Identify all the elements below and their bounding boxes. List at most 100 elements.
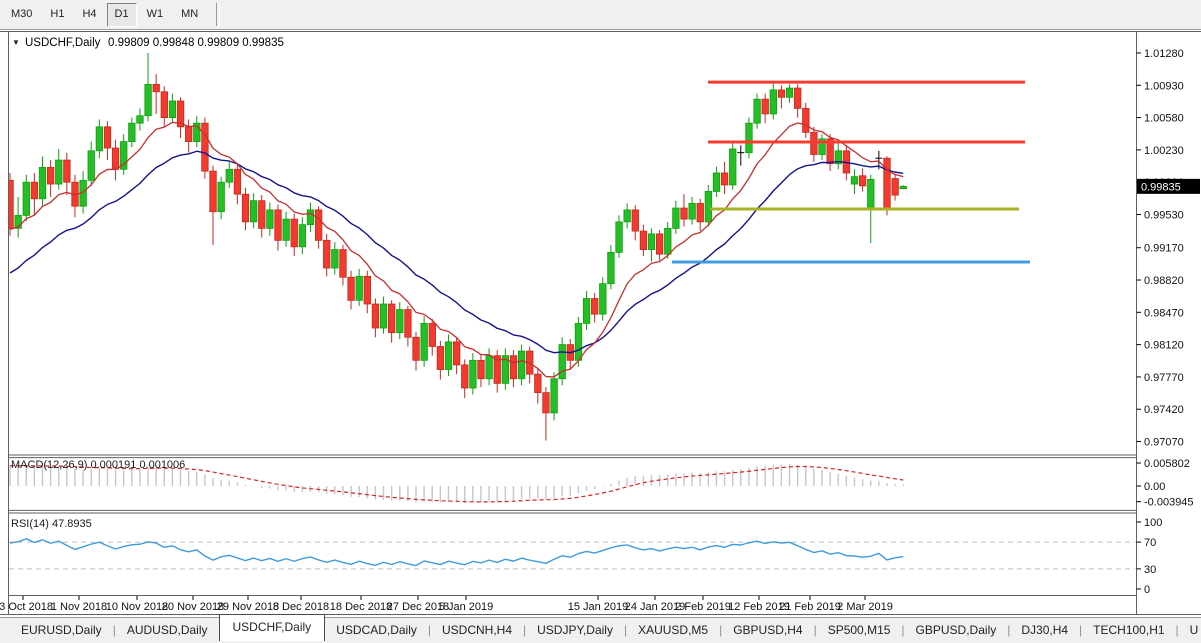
candle-body [754, 99, 761, 123]
candle-body [145, 84, 152, 115]
candle-body [307, 210, 314, 225]
rsi-axis-label: 30 [1144, 564, 1156, 576]
candle-body [332, 250, 339, 268]
candle-body [697, 203, 704, 221]
candle-body [518, 351, 525, 379]
time-axis-label: 2 Mar 2019 [837, 601, 893, 613]
chart-tab-sp500[interactable]: SP500,M15 [817, 619, 902, 643]
price-axis-label: 1.00580 [1144, 113, 1184, 125]
candle-body [591, 298, 598, 314]
candle-body [746, 123, 753, 153]
candle-body [23, 182, 30, 215]
time-axis-label: 15 Jan 2019 [568, 601, 629, 613]
time-axis-label: 8 Dec 2018 [273, 601, 329, 613]
candle-body [96, 127, 103, 151]
candle-body [729, 149, 736, 185]
chart-tab-gbpusd[interactable]: GBPUSD,H4 [722, 619, 813, 643]
candle-body [226, 169, 233, 182]
symbol-dropdown-icon[interactable]: ▼ [12, 38, 20, 47]
time-axis-label: 23 Oct 2018 [0, 601, 53, 613]
candle-body [778, 90, 785, 97]
candle-body [112, 148, 119, 169]
candle-body [868, 179, 875, 209]
chart-tab-xauusd[interactable]: XAUUSD,M5 [627, 619, 719, 643]
chart-tab-audusd[interactable]: AUDUSD,Daily [116, 619, 219, 643]
time-axis[interactable]: 23 Oct 20181 Nov 201810 Nov 201820 Nov 2… [0, 596, 893, 613]
timeframe-button-m30[interactable]: M30 [3, 3, 40, 27]
candle-body [185, 127, 192, 142]
current-price-text: 0.99835 [1141, 181, 1181, 193]
candle-body [242, 194, 249, 222]
candle-body [202, 123, 209, 171]
price-axis-label: 1.00930 [1144, 80, 1184, 92]
chart-tab-usdchf[interactable]: USDCHF,Daily [219, 614, 326, 641]
rsi-axis-label: 0 [1144, 584, 1150, 596]
candle-body [397, 310, 404, 333]
candle-body [445, 342, 452, 370]
timeframe-button-mn[interactable]: MN [173, 3, 206, 27]
candle-body [608, 252, 615, 283]
candle-body [665, 228, 672, 254]
chart-tab-u[interactable]: U [1179, 619, 1201, 643]
candle-body [478, 360, 485, 378]
candle-body [851, 177, 858, 184]
candle-body [713, 173, 720, 191]
chart-tab-usdcnh[interactable]: USDCNH,H4 [431, 619, 523, 643]
candle-body [47, 167, 54, 184]
chart-tab-usdcad[interactable]: USDCAD,Daily [325, 619, 428, 643]
chart-tab-eurusd[interactable]: EURUSD,Daily [10, 619, 113, 643]
candle-body [575, 323, 582, 360]
time-axis-label: 10 Nov 2018 [106, 601, 168, 613]
time-axis-label: 21 Feb 2019 [779, 601, 841, 613]
candle-body [31, 182, 38, 199]
chart-tab-dj30[interactable]: DJ30,H4 [1010, 619, 1079, 643]
chart-tab-gbpusd[interactable]: GBPUSD,Daily [905, 619, 1008, 643]
candle-body [453, 342, 460, 365]
candle-body [104, 127, 111, 148]
candle-body [234, 169, 241, 194]
candle-body [705, 191, 712, 221]
candle-body [372, 304, 379, 328]
candle-body [551, 379, 558, 413]
price-axis-label: 0.99530 [1144, 210, 1184, 222]
time-axis-label: 1 Nov 2018 [51, 601, 107, 613]
candle-body [786, 88, 793, 97]
candle-body [275, 210, 282, 240]
timeframe-button-h1[interactable]: H1 [42, 3, 72, 27]
candle-body [900, 186, 907, 188]
candle-body [291, 219, 298, 247]
rsi-axis-label: 70 [1144, 537, 1156, 549]
time-axis-label: 2 Feb 2019 [675, 601, 731, 613]
candle-body [624, 210, 631, 222]
chart-tab-tech100[interactable]: TECH100,H1 [1082, 619, 1175, 643]
price-axis-label: 1.01280 [1144, 48, 1184, 60]
candle-body [681, 208, 688, 219]
chart-canvas[interactable]: 1.012801.009301.005801.002300.998800.995… [0, 30, 1201, 617]
candle-body [421, 323, 428, 360]
rsi-axis-label: 100 [1144, 517, 1162, 529]
candle-body [56, 160, 63, 184]
timeframe-button-h4[interactable]: H4 [74, 3, 104, 27]
candle-body [689, 203, 696, 219]
candle-body [299, 225, 306, 247]
candle-body [323, 240, 330, 268]
candle-body [315, 210, 322, 240]
candle-body [770, 90, 777, 114]
candle-body [267, 210, 274, 228]
chart-tab-usdjpy[interactable]: USDJPY,Daily [526, 619, 624, 643]
timeframe-button-w1[interactable]: W1 [139, 3, 172, 27]
candle-body [794, 88, 801, 108]
candle-body [388, 304, 395, 333]
price-axis[interactable]: 1.012801.009301.005801.002300.998800.995… [1137, 48, 1201, 449]
candle-body [632, 210, 639, 231]
timeframe-button-d1[interactable]: D1 [107, 3, 137, 27]
candle-body [616, 222, 623, 252]
time-axis-label: 5 Jan 2019 [439, 601, 493, 613]
candle-body [673, 208, 680, 228]
macd-axis-label: 0.005802 [1144, 458, 1190, 470]
candle-body [656, 234, 663, 254]
candle-body [259, 201, 266, 229]
candle-body [640, 231, 647, 249]
candle-body [510, 356, 517, 379]
price-axis-label: 0.99170 [1144, 243, 1184, 255]
